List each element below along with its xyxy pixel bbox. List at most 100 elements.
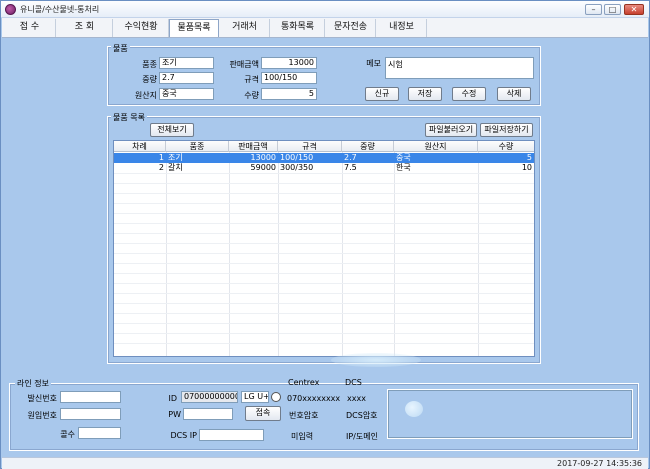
col-header-price[interactable]: 판매금액 <box>229 141 278 152</box>
caller-number-input[interactable] <box>60 391 121 403</box>
load-file-button[interactable]: 파일불러오기 <box>425 123 477 137</box>
dcs-value: xxxx <box>347 394 366 403</box>
cell-price: 13000 <box>250 153 276 162</box>
new-button[interactable]: 신규 <box>365 87 399 101</box>
row-divider <box>114 283 534 284</box>
table-row[interactable]: 2 갈치 59000 300/350 7.5 한국 10 <box>114 163 534 173</box>
cell-origin: 중국 <box>396 153 411 162</box>
cell-qty: 5 <box>526 153 532 162</box>
price-input[interactable]: 13000 <box>261 57 317 69</box>
maximize-icon[interactable]: □ <box>604 4 621 15</box>
col-header-origin[interactable]: 원산지 <box>394 141 478 152</box>
weight-label: 중량 <box>142 75 157 84</box>
cell-name: 갈치 <box>168 163 183 172</box>
minimize-icon[interactable]: – <box>585 4 602 15</box>
col-header-qty[interactable]: 수량 <box>478 141 534 152</box>
pw-label: PW <box>168 410 181 419</box>
origin-number-label: 원입번호 <box>27 411 57 420</box>
tab-call-list[interactable]: 통화목록 <box>271 19 325 37</box>
save-file-button[interactable]: 파일저장하기 <box>480 123 533 137</box>
close-icon[interactable]: ✕ <box>624 4 644 15</box>
view-all-button[interactable]: 전체보기 <box>150 123 194 137</box>
status-datetime: 2017-09-27 14:35:36 <box>557 459 642 468</box>
centrex-label: Centrex <box>288 378 320 387</box>
row-divider <box>114 243 534 244</box>
cell-price: 59000 <box>250 163 276 172</box>
connect-button[interactable]: 접속 <box>245 406 281 421</box>
col-header-name[interactable]: 품종 <box>166 141 229 152</box>
id-label: ID <box>168 394 177 403</box>
title-bar: 유니콜/수산물넷-통처리 – □ ✕ <box>1 1 649 18</box>
row-divider <box>114 303 534 304</box>
delete-button[interactable]: 삭제 <box>497 87 531 101</box>
ip-domain-label: IP/도메인 <box>346 432 378 441</box>
product-group-title: 물품 <box>111 43 130 54</box>
row-divider <box>114 183 534 184</box>
row-divider <box>114 343 534 344</box>
spec-label: 규격 <box>244 75 259 84</box>
tab-my-info[interactable]: 내정보 <box>377 19 427 37</box>
qty-input[interactable]: 5 <box>261 88 317 100</box>
tab-sms[interactable]: 문자전송 <box>326 19 376 37</box>
cell-spec: 100/150 <box>280 153 314 162</box>
carrier-select[interactable]: LG U+ <box>241 391 269 403</box>
origin-number-input[interactable] <box>60 408 121 420</box>
col-header-order[interactable]: 차례 <box>114 141 166 152</box>
cell-spec: 300/350 <box>280 163 314 172</box>
save-button[interactable]: 저장 <box>408 87 442 101</box>
row-divider <box>114 333 534 334</box>
row-divider <box>114 173 534 174</box>
window-title: 유니콜/수산물넷-통처리 <box>20 5 100 14</box>
table-row[interactable]: 1 조기 13000 100/150 2.7 중국 5 <box>114 153 534 163</box>
table-header: 차례 품종 판매금액 규격 중량 원산지 수량 <box>114 141 534 152</box>
name-label: 품종 <box>142 60 157 69</box>
cell-name: 조기 <box>168 153 183 162</box>
row-divider <box>114 263 534 264</box>
pw-input[interactable] <box>183 408 233 420</box>
number-password-label: 번호암호 <box>289 411 319 420</box>
col-header-weight[interactable]: 중량 <box>342 141 394 152</box>
row-divider <box>114 223 534 224</box>
cell-qty: 10 <box>521 163 532 172</box>
memo-label: 메모 <box>366 59 381 68</box>
call-count-label: 콜수 <box>60 430 75 439</box>
cell-order: 1 <box>158 153 164 162</box>
origin-input[interactable]: 중국 <box>159 88 214 100</box>
app-window: 유니콜/수산물넷-통처리 – □ ✕ 접 수 조 회 수익현황 물품목록 거래처… <box>0 0 650 469</box>
edit-button[interactable]: 수정 <box>452 87 486 101</box>
tab-inquiry[interactable]: 조 회 <box>57 19 113 37</box>
bubble-decoration <box>405 401 423 417</box>
id-input[interactable]: 07000000000 <box>181 391 238 403</box>
status-bar: 2017-09-27 14:35:36 <box>2 457 648 469</box>
row-divider <box>114 313 534 314</box>
name-input[interactable]: 조기 <box>159 57 214 69</box>
carrier-radio[interactable] <box>271 392 281 402</box>
price-label: 판매금액 <box>229 60 259 69</box>
cell-weight: 7.5 <box>344 163 357 172</box>
col-header-spec[interactable]: 규격 <box>278 141 342 152</box>
dcs-ip-input[interactable] <box>199 429 264 441</box>
row-divider <box>114 233 534 234</box>
call-count-input[interactable] <box>78 427 121 439</box>
tab-reception[interactable]: 접 수 <box>4 19 56 37</box>
row-divider <box>114 293 534 294</box>
decorative-wave <box>331 353 421 367</box>
row-divider <box>114 323 534 324</box>
dcs-label: DCS <box>345 378 362 387</box>
centrex-number: 070xxxxxxxx <box>287 394 341 403</box>
origin-label: 원산지 <box>134 91 157 100</box>
app-logo-icon <box>5 4 16 15</box>
main-tab-bar: 접 수 조 회 수익현황 물품목록 거래처 통화목록 문자전송 내정보 <box>2 18 648 38</box>
row-divider <box>114 273 534 274</box>
cell-order: 2 <box>158 163 164 172</box>
weight-input[interactable]: 2.7 <box>159 72 214 84</box>
product-table[interactable]: 차례 품종 판매금액 규격 중량 원산지 수량 1 조기 13000 100/1… <box>113 140 535 357</box>
qty-label: 수량 <box>244 91 259 100</box>
cell-weight: 2.7 <box>344 153 357 162</box>
tab-clients[interactable]: 거래처 <box>220 19 270 37</box>
spec-input[interactable]: 100/150 <box>261 72 317 84</box>
memo-input[interactable]: 시험 <box>385 57 534 79</box>
tab-product-list[interactable]: 물품목록 <box>169 19 219 37</box>
dcs-password-label: DCS암호 <box>346 411 378 420</box>
tab-revenue[interactable]: 수익현황 <box>114 19 169 37</box>
